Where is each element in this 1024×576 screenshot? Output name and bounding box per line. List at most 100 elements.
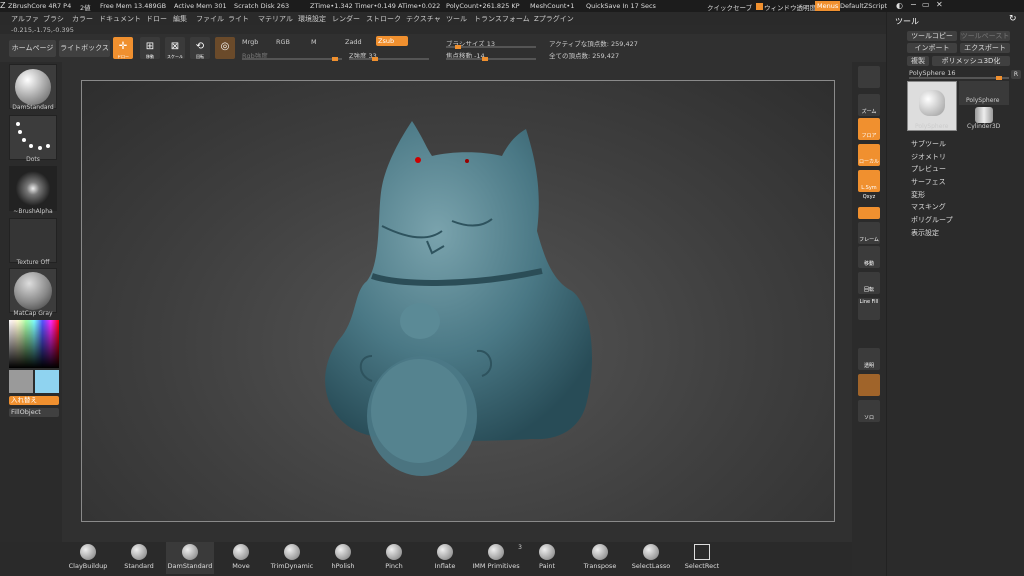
color-picker[interactable] (9, 320, 59, 368)
menu-preferences[interactable]: 環境設定 (298, 14, 326, 24)
maximize-icon[interactable]: ▭ (922, 0, 930, 9)
tool-copy-button[interactable]: ツールコピー (907, 31, 957, 41)
alpha-thumbnail[interactable] (9, 166, 57, 211)
quicksave-button[interactable]: クイックセーブ (707, 2, 752, 12)
transparency-toggle[interactable] (756, 3, 763, 10)
cylinder-thumbnail-icon[interactable] (975, 107, 993, 123)
texture-thumbnail[interactable] (9, 218, 57, 263)
rgb-button[interactable]: RGB (276, 38, 290, 46)
menu-draw[interactable]: ドロー (146, 14, 167, 24)
surface-menu[interactable]: サーフェス (911, 177, 946, 187)
bpr-icon[interactable] (858, 66, 880, 88)
subtool-menu[interactable]: サブツール (911, 139, 946, 149)
draw-icon[interactable]: ✛ ドロー (113, 37, 133, 59)
damstandard-brush-button[interactable]: DamStandard (166, 542, 214, 574)
palette-close-icon[interactable]: ↻ (1009, 14, 1017, 24)
deformation-menu[interactable]: 変形 (911, 190, 925, 200)
qxyz-icon[interactable]: Qxyz (858, 194, 880, 206)
r-button[interactable]: R (1011, 70, 1021, 79)
menu-material[interactable]: マテリアル (258, 14, 293, 24)
cat-model[interactable] (82, 81, 836, 523)
polysphere-slider[interactable] (909, 76, 1009, 80)
window-transparency-button[interactable]: ウィンドウ透明度 (764, 2, 816, 12)
edit-mode-icon[interactable]: ◎ (215, 37, 235, 59)
menu-edit[interactable]: 編集 (173, 14, 187, 24)
clone-button[interactable]: 複製 (907, 56, 929, 66)
settings-icon[interactable]: ◐ (896, 1, 903, 10)
move-brush-button[interactable]: Move (217, 542, 265, 574)
z-intensity-slider[interactable] (349, 57, 429, 61)
stroke-thumbnail[interactable] (9, 115, 57, 160)
zoom-icon[interactable]: ズーム (858, 94, 880, 116)
solo-brush-icon[interactable] (858, 374, 880, 396)
inflate-brush-button[interactable]: Inflate (421, 542, 469, 574)
preview-menu[interactable]: プレビュー (911, 164, 946, 174)
brush-alpha-icon (10, 167, 56, 210)
solo-icon[interactable]: ソロ (858, 400, 880, 422)
masking-menu[interactable]: マスキング (911, 202, 946, 212)
rotate-icon[interactable]: ⟲ 回転 (190, 37, 210, 59)
m-button[interactable]: M (311, 38, 317, 46)
canvas-document[interactable] (81, 80, 835, 522)
menu-tool[interactable]: ツール (446, 14, 467, 24)
zadd-button[interactable]: Zadd (345, 38, 362, 46)
polygroups-menu[interactable]: ポリグループ (911, 215, 953, 225)
rotate-view-icon[interactable]: 回転 (858, 272, 880, 294)
menu-file[interactable]: ファイル (196, 14, 224, 24)
standard-brush-button[interactable]: Standard (115, 542, 163, 574)
menu-zplugin[interactable]: Zプラグイン (534, 14, 574, 24)
menu-light[interactable]: ライト (228, 14, 249, 24)
menu-stroke[interactable]: ストローク (366, 14, 401, 24)
export-button[interactable]: エクスポート (960, 43, 1010, 53)
move-icon[interactable]: ⊞ 移動 (140, 37, 160, 59)
trimdynamic-brush-button[interactable]: TrimDynamic (268, 542, 316, 574)
mrgb-button[interactable]: Mrgb (242, 38, 258, 46)
material-thumbnail[interactable] (9, 268, 57, 313)
local-icon[interactable]: ローカル (858, 144, 880, 166)
paint-brush-button[interactable]: Paint (523, 542, 571, 574)
minimize-icon[interactable]: − (910, 0, 917, 9)
transpose-brush-button[interactable]: Transpose (576, 542, 624, 574)
secondary-color-swatch[interactable] (35, 370, 59, 393)
menu-texture[interactable]: テクスチャ (406, 14, 441, 24)
lightbox-button[interactable]: ライトボックス (59, 40, 110, 57)
close-icon[interactable]: ✕ (936, 0, 943, 9)
brush-size-slider[interactable] (446, 45, 536, 49)
axis-toggle-icon[interactable] (858, 207, 880, 219)
swap-color-button[interactable]: 入れ替え (9, 396, 59, 405)
menu-document[interactable]: ドキュメント (99, 14, 141, 24)
fill-object-button[interactable]: FillObject (9, 408, 59, 417)
main-color-swatch[interactable] (9, 370, 33, 393)
display-properties-menu[interactable]: 表示設定 (911, 228, 939, 238)
selectrect-brush-button[interactable]: SelectRect (678, 542, 726, 574)
line-fill-icon[interactable]: Line Fill (858, 298, 880, 320)
lsym-icon[interactable]: L.Sym (858, 170, 880, 192)
menu-transform[interactable]: トランスフォーム (474, 14, 530, 24)
focal-shift-slider[interactable] (446, 57, 536, 61)
claybuildup-brush-button[interactable]: ClayBuildup (64, 542, 112, 574)
hpolish-brush-button[interactable]: hPolish (319, 542, 367, 574)
make-polymesh-button[interactable]: ポリメッシュ3D化 (932, 56, 1010, 66)
scale-icon[interactable]: ⊠ スケール (165, 37, 185, 59)
tool-palette: ツール ↻ ツールコピー ツールペースト インポート エクスポート 複製 ポリメ… (886, 12, 1024, 576)
default-zscript-button[interactable]: DefaultZScript (840, 2, 887, 10)
menus-button[interactable]: Menus (815, 1, 841, 11)
menu-alpha[interactable]: アルファ (11, 14, 39, 24)
pan-icon[interactable]: 移動 (858, 246, 880, 268)
menu-brush[interactable]: ブラシ (43, 14, 64, 24)
selectlasso-brush-button[interactable]: SelectLasso (627, 542, 675, 574)
brush-thumbnail[interactable] (9, 64, 57, 109)
menu-color[interactable]: カラー (72, 14, 93, 24)
floor-icon[interactable]: フロア (858, 118, 880, 140)
import-button[interactable]: インポート (907, 43, 957, 53)
geometry-menu[interactable]: ジオメトリ (911, 152, 946, 162)
pinch-brush-button[interactable]: Pinch (370, 542, 418, 574)
transparency-icon[interactable]: 透明 (858, 348, 880, 370)
menu-render[interactable]: レンダー (332, 14, 360, 24)
rgb-intensity-slider[interactable] (242, 57, 342, 61)
imm-primitives-brush-button[interactable]: IMM Primitives 3 (472, 542, 522, 574)
home-page-button[interactable]: ホームページ (9, 40, 56, 57)
zsub-button[interactable]: Zsub (376, 36, 408, 46)
tool-paste-button[interactable]: ツールペースト (960, 31, 1010, 41)
frame-icon[interactable]: フレーム (858, 222, 880, 244)
